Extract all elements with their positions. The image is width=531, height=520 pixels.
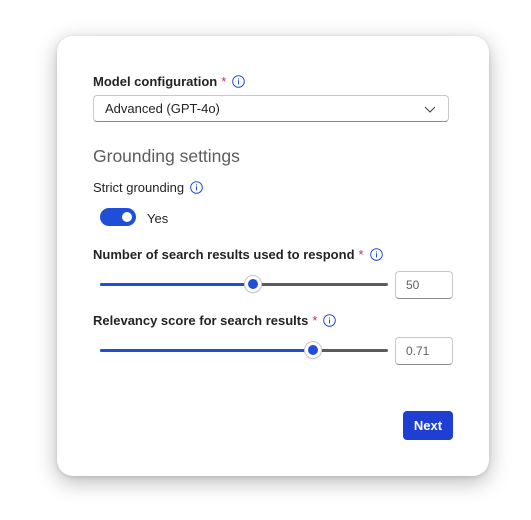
slider-fill [100,283,253,286]
relevancy-slider[interactable] [100,342,388,358]
toggle-knob [122,212,132,222]
model-config-label-row: Model configuration * [93,74,246,89]
search-results-slider[interactable] [100,276,388,292]
slider-thumb[interactable] [245,276,261,292]
relevancy-label-row: Relevancy score for search results * [93,313,337,328]
toggle-state-text: Yes [147,211,169,226]
section-title: Grounding settings [93,146,240,166]
required-mark: * [312,313,318,328]
model-config-selected: Advanced (GPT-4o) [105,101,220,116]
relevancy-input[interactable]: 0.71 [395,337,453,365]
search-results-label: Number of search results used to respond [93,247,355,262]
info-icon[interactable] [232,75,246,88]
chevron-down-icon [424,103,436,115]
info-icon[interactable] [369,248,383,261]
relevancy-value: 0.71 [406,344,430,358]
search-results-value: 50 [406,278,420,292]
required-mark: * [221,74,227,89]
settings-card: Model configuration * Advanced (GPT-4o) … [57,36,489,476]
required-mark: * [358,247,364,262]
strict-grounding-label-row: Strict grounding [93,180,203,195]
slider-fill [100,349,313,352]
strict-grounding-toggle[interactable] [100,208,136,226]
strict-grounding-label: Strict grounding [93,180,185,195]
model-config-label: Model configuration [93,74,218,89]
next-button[interactable]: Next [403,411,453,440]
model-config-dropdown[interactable]: Advanced (GPT-4o) [93,95,449,122]
info-icon[interactable] [190,181,203,194]
search-results-label-row: Number of search results used to respond… [93,247,383,262]
search-results-input[interactable]: 50 [395,271,453,299]
relevancy-label: Relevancy score for search results [93,313,309,328]
info-icon[interactable] [323,314,337,327]
slider-thumb[interactable] [305,342,321,358]
